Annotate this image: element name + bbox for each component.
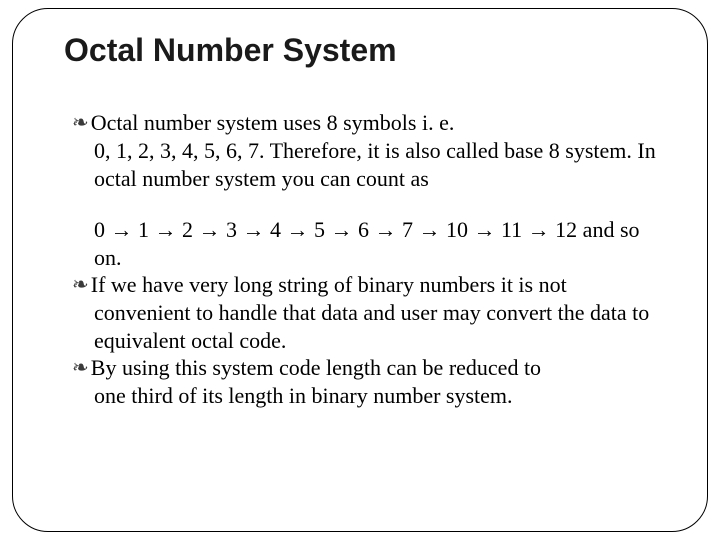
slide-title: Octal Number System — [64, 32, 682, 69]
bullet-lead-text: By using this system code length can be … — [72, 355, 541, 380]
counting-sequence: 0 → 1 → 2 → 3 → 4 → 5 → 6 → 7 → 10 → 11 … — [94, 216, 662, 244]
bullet-cont-text: one third of its length in binary number… — [94, 382, 662, 410]
bullet-lead-text: Octal number system uses 8 symbols i. e. — [72, 110, 454, 135]
bullet-cont-text: convenient to handle that data and user … — [94, 299, 662, 354]
bullet-item: Octal number system uses 8 symbols i. e.… — [72, 109, 662, 271]
slide-body: Octal number system uses 8 symbols i. e.… — [72, 109, 662, 410]
slide: Octal Number System Octal number system … — [0, 0, 720, 540]
bullet-lead-text: If we have very long string of binary nu… — [72, 272, 567, 297]
bullet-item: By using this system code length can be … — [72, 354, 662, 410]
bullet-item: If we have very long string of binary nu… — [72, 271, 662, 354]
bullet-cont-text: 0, 1, 2, 3, 4, 5, 6, 7. Therefore, it is… — [94, 137, 662, 192]
counting-sequence-cont: on. — [94, 244, 662, 272]
